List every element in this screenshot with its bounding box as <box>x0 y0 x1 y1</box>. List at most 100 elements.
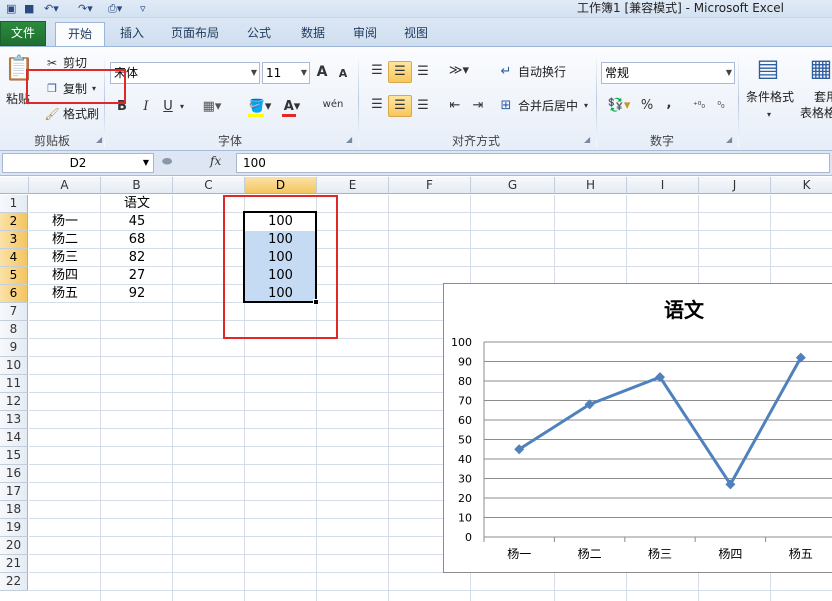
row-header-3[interactable]: 3 <box>0 231 28 249</box>
merge-center-button[interactable]: 合并后居中 <box>518 98 578 114</box>
border-icon[interactable]: ▦▾ <box>202 99 222 115</box>
underline-button[interactable]: U <box>160 99 176 115</box>
align-bottom-icon[interactable]: ☰ <box>414 64 432 80</box>
tab-formulas[interactable]: 公式 <box>236 22 282 46</box>
row-header-17[interactable]: 17 <box>0 483 28 501</box>
formula-bar-handle-icon[interactable]: ⬬ <box>162 154 172 169</box>
column-header-j[interactable]: J <box>699 177 771 194</box>
save-icon[interactable]: ■ <box>24 1 34 16</box>
undo-icon[interactable]: ↶▾ <box>44 1 59 16</box>
align-right-icon[interactable]: ☰ <box>414 98 432 114</box>
tab-home[interactable]: 开始 <box>55 22 105 46</box>
increase-indent-icon[interactable]: ⇥ <box>469 98 487 114</box>
row-header-14[interactable]: 14 <box>0 429 28 447</box>
column-header-d[interactable]: D <box>245 177 317 194</box>
conditional-format-button[interactable]: 条件格式 <box>746 89 794 105</box>
tab-file[interactable]: 文件 <box>0 21 46 46</box>
column-header-f[interactable]: F <box>389 177 471 194</box>
column-header-a[interactable]: A <box>29 177 101 194</box>
format-table-button[interactable]: 套用 <box>814 89 832 105</box>
chevron-down-icon[interactable]: ▾ <box>764 107 774 123</box>
decrease-indent-icon[interactable]: ⇤ <box>446 98 464 114</box>
orientation-icon[interactable]: ≫▾ <box>446 63 472 79</box>
row-header-21[interactable]: 21 <box>0 555 28 573</box>
cell-b4[interactable]: 82 <box>101 249 173 267</box>
row-header-5[interactable]: 5 <box>0 267 28 285</box>
tab-data[interactable]: 数据 <box>290 22 336 46</box>
row-header-15[interactable]: 15 <box>0 447 28 465</box>
column-header-h[interactable]: H <box>555 177 627 194</box>
align-top-icon[interactable]: ☰ <box>368 63 386 79</box>
row-header-7[interactable]: 7 <box>0 303 28 321</box>
cell-a6[interactable]: 杨五 <box>29 285 101 303</box>
row-header-20[interactable]: 20 <box>0 537 28 555</box>
chevron-down-icon[interactable]: ▾ <box>177 99 187 115</box>
formula-input[interactable]: 100 <box>236 153 830 173</box>
row-header-19[interactable]: 19 <box>0 519 28 537</box>
number-format-select[interactable]: 常规 ▼ <box>601 62 735 84</box>
row-header-8[interactable]: 8 <box>0 321 28 339</box>
cell-a2[interactable]: 杨一 <box>29 213 101 231</box>
increase-decimal-icon[interactable]: ⁺⁰₀ <box>690 98 708 114</box>
excel-logo-icon: ▣ <box>6 2 17 15</box>
font-launcher-icon[interactable]: ◢ <box>346 135 352 144</box>
shrink-font-button[interactable]: A <box>336 66 350 82</box>
tab-page-layout[interactable]: 页面布局 <box>162 22 228 46</box>
customize-qat-icon[interactable]: ▿ <box>140 1 146 16</box>
tab-review[interactable]: 审阅 <box>342 22 388 46</box>
line-chart[interactable]: 语文 0 10 20 30 40 50 60 70 80 90 100 杨一 杨二 杨三 杨四 杨五 <box>443 283 832 573</box>
grow-font-button[interactable]: A <box>314 64 330 80</box>
row-header-16[interactable]: 16 <box>0 465 28 483</box>
row-header-13[interactable]: 13 <box>0 411 28 429</box>
comma-button[interactable]: , <box>662 96 676 112</box>
row-header-22[interactable]: 22 <box>0 573 28 591</box>
column-header-i[interactable]: I <box>627 177 699 194</box>
name-box-value: D2 <box>69 156 87 170</box>
row-header-10[interactable]: 10 <box>0 357 28 375</box>
font-size-select[interactable]: 11 ▼ <box>262 62 310 84</box>
row-header-11[interactable]: 11 <box>0 375 28 393</box>
row-header-4[interactable]: 4 <box>0 249 28 267</box>
clipboard-launcher-icon[interactable]: ◢ <box>96 135 102 144</box>
decrease-decimal-icon[interactable]: ⁰₀ <box>712 98 730 114</box>
redo-icon[interactable]: ↷▾ <box>78 1 93 16</box>
alignment-launcher-icon[interactable]: ◢ <box>584 135 590 144</box>
column-header-c[interactable]: C <box>173 177 245 194</box>
align-left-icon[interactable]: ☰ <box>368 97 386 113</box>
cell-b3[interactable]: 68 <box>101 231 173 249</box>
cell-a4[interactable]: 杨三 <box>29 249 101 267</box>
name-box[interactable]: D2 ▼ <box>2 153 154 173</box>
format-painter-button[interactable]: 格式刷 <box>63 106 99 122</box>
column-header-k[interactable]: K <box>771 177 832 194</box>
insert-function-button[interactable]: fx <box>210 154 221 168</box>
fill-color-icon[interactable]: 🪣▾ <box>247 99 273 115</box>
number-launcher-icon[interactable]: ◢ <box>726 135 732 144</box>
italic-button[interactable]: I <box>138 99 154 115</box>
column-header-g[interactable]: G <box>471 177 555 194</box>
percent-button[interactable]: % <box>640 98 654 114</box>
cell-a5[interactable]: 杨四 <box>29 267 101 285</box>
row-header-6[interactable]: 6 <box>0 285 28 303</box>
row-header-1[interactable]: 1 <box>0 195 28 213</box>
select-all-corner[interactable] <box>0 177 29 194</box>
tab-insert[interactable]: 插入 <box>110 22 154 46</box>
font-color-button[interactable]: A▾ <box>281 99 303 115</box>
cell-b1[interactable]: 语文 <box>101 195 173 213</box>
cell-b2[interactable]: 45 <box>101 213 173 231</box>
cell-a3[interactable]: 杨二 <box>29 231 101 249</box>
cell-b6[interactable]: 92 <box>101 285 173 303</box>
row-header-18[interactable]: 18 <box>0 501 28 519</box>
column-header-e[interactable]: E <box>317 177 389 194</box>
column-header-b[interactable]: B <box>101 177 173 194</box>
chevron-down-icon[interactable]: ▾ <box>581 98 591 114</box>
row-header-12[interactable]: 12 <box>0 393 28 411</box>
row-header-9[interactable]: 9 <box>0 339 28 357</box>
wrap-text-button[interactable]: 自动换行 <box>518 64 566 80</box>
currency-icon[interactable]: 💱▾ <box>604 98 634 114</box>
quick-access-icon[interactable]: ⎙▾ <box>108 1 122 16</box>
row-header-2[interactable]: 2 <box>0 213 28 231</box>
tab-view[interactable]: 视图 <box>393 22 439 46</box>
cell-b5[interactable]: 27 <box>101 267 173 285</box>
font-name-select[interactable]: 宋体 ▼ <box>110 62 260 84</box>
phonetic-guide-button[interactable]: wén <box>320 97 346 113</box>
